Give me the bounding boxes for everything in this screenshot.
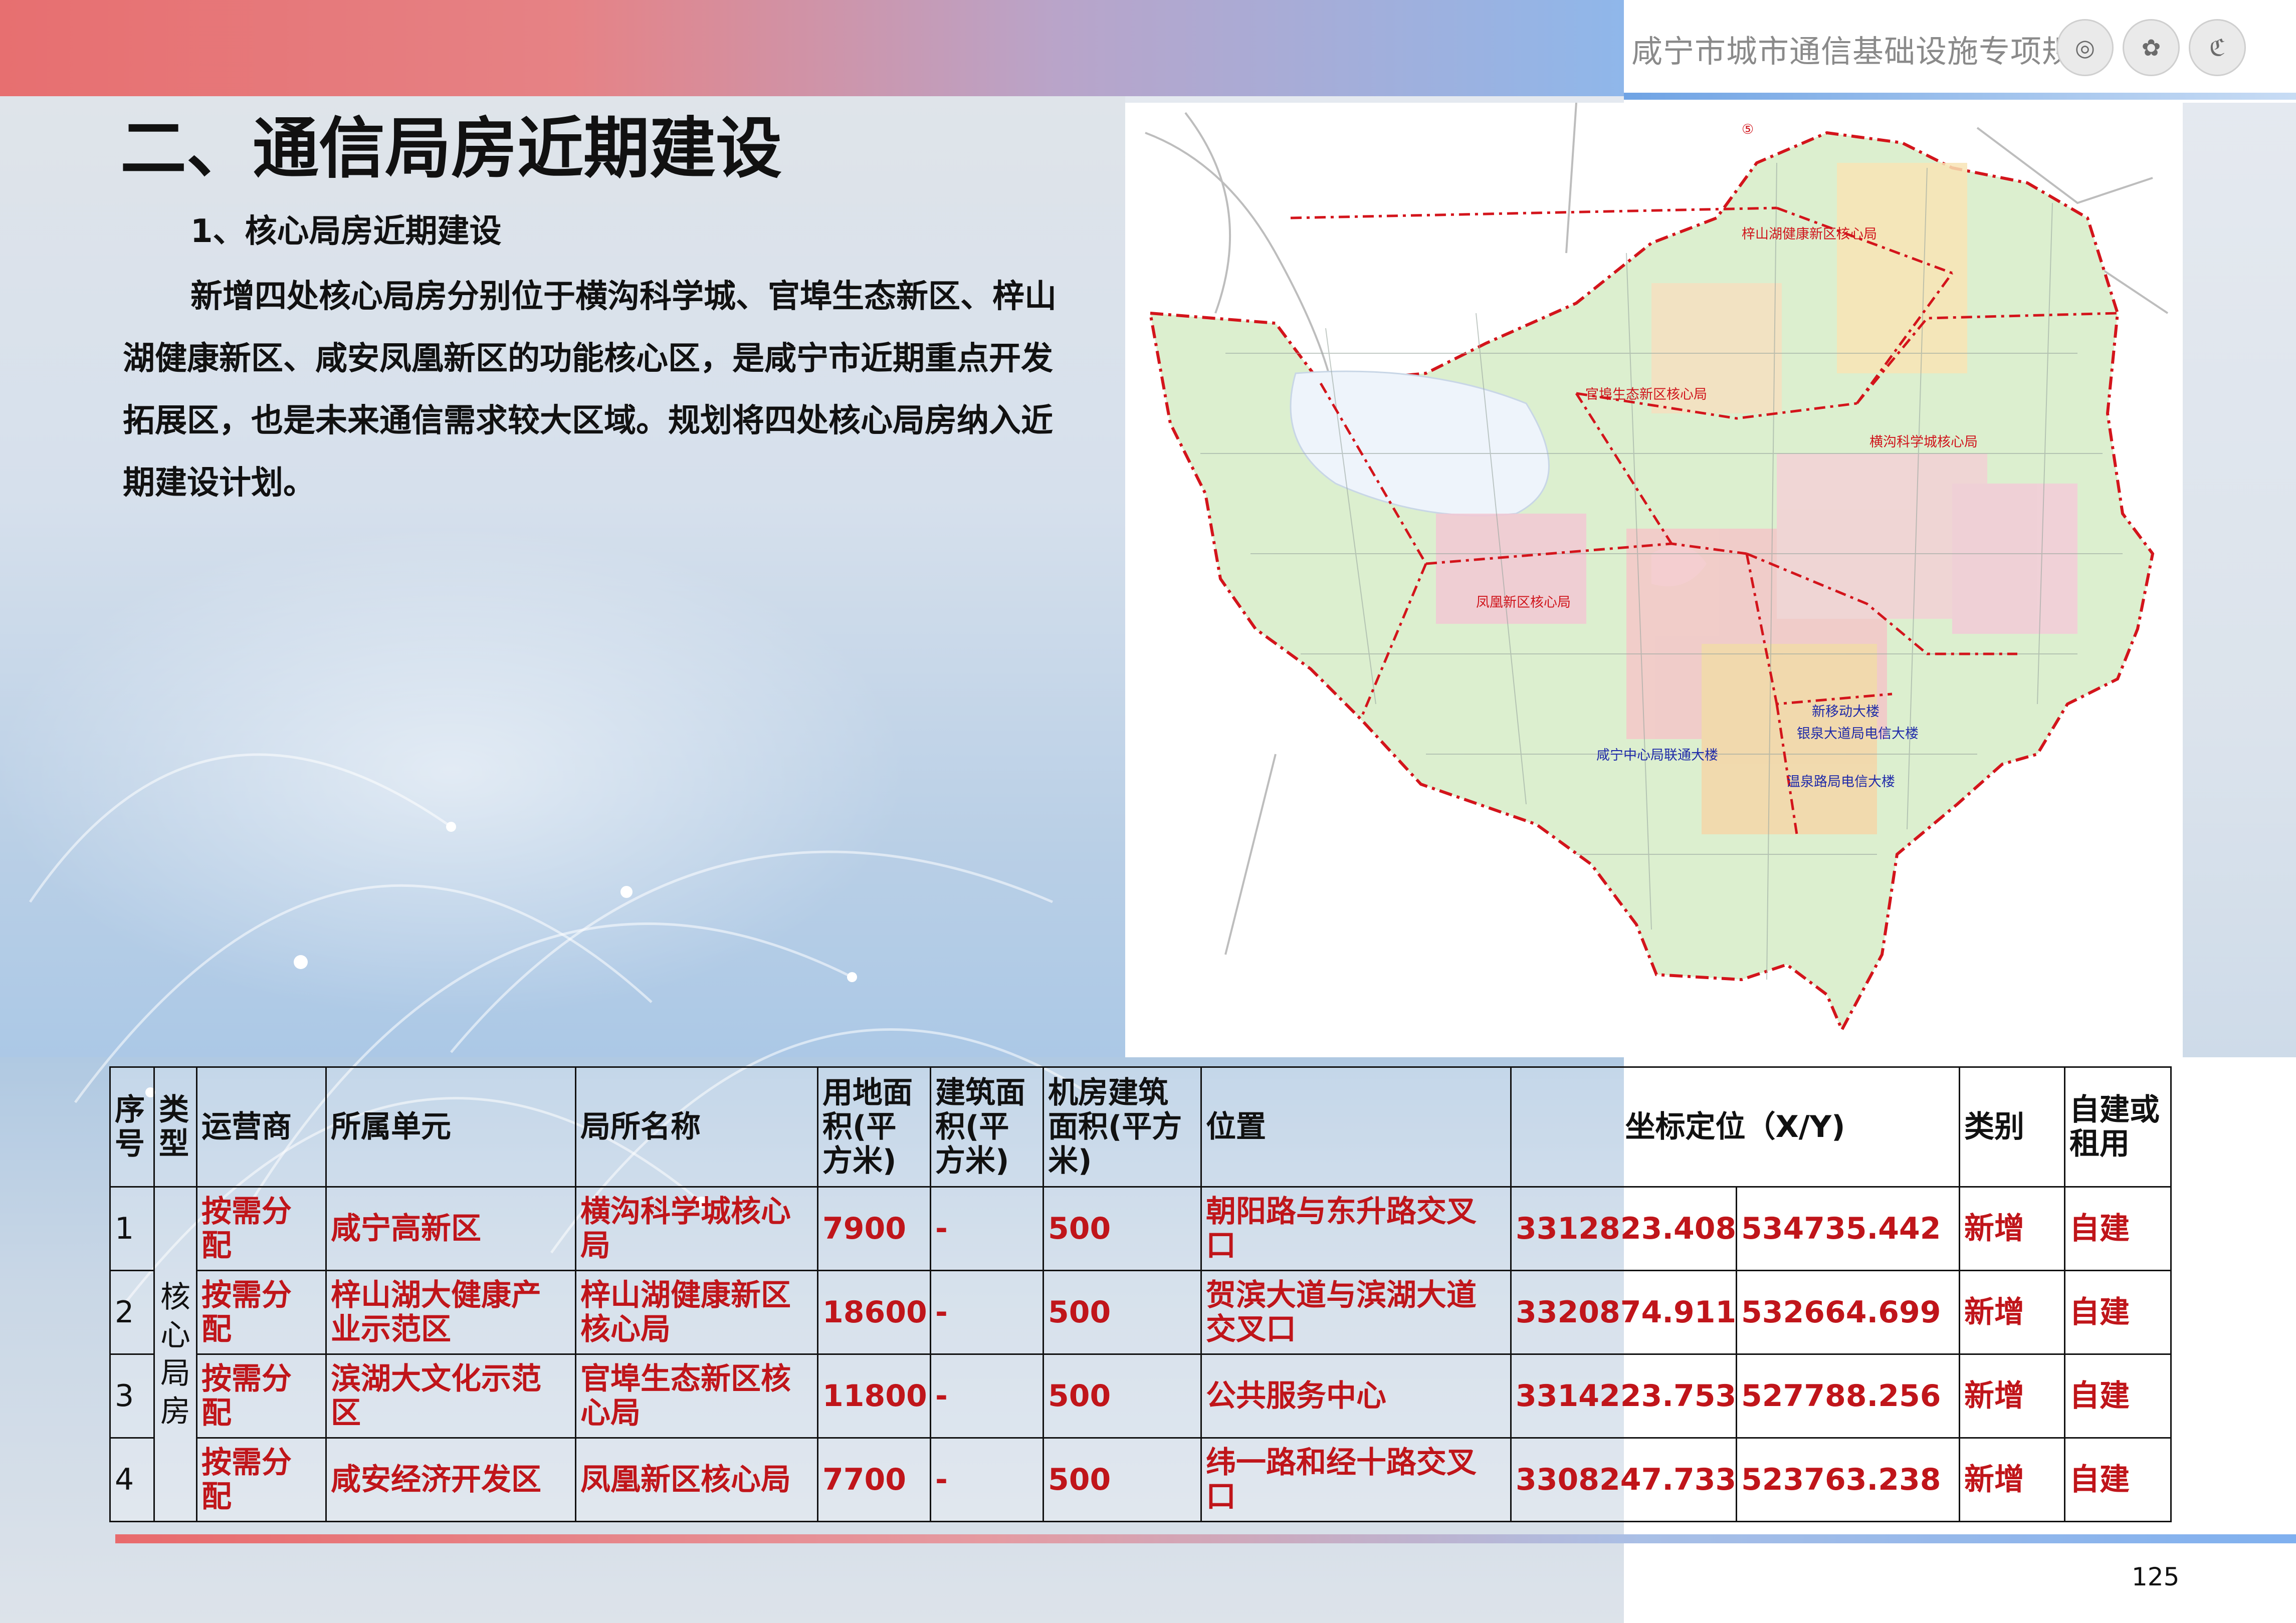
header-type: 类型 (153, 1066, 197, 1188)
cell-building-area: - (930, 1270, 1044, 1355)
cell-seq: 1 (109, 1186, 155, 1271)
header-underline (1624, 93, 2296, 100)
table-row: 2 按需分配 梓山湖大健康产业示范区 梓山湖健康新区核心局 18600 - 50… (109, 1270, 2172, 1355)
header-room-area: 机房建筑面积(平方米) (1042, 1066, 1202, 1188)
body-paragraph: 新增四处核心局房分别位于横沟科学城、官埠生态新区、梓山湖健康新区、咸安凤凰新区的… (123, 278, 1057, 502)
cell-operator: 按需分配 (196, 1186, 327, 1271)
table-row: 3 按需分配 滨湖大文化示范区 官埠生态新区核心局 11800 - 500 公共… (109, 1353, 2172, 1439)
cell-y: 523763.238 (1735, 1437, 1961, 1522)
map-label-guanbu: 官埠生态新区核心局 (1585, 387, 1707, 402)
cell-room-area: 500 (1042, 1186, 1202, 1271)
map-drawing (1145, 103, 2169, 1033)
map-label-henggou: 横沟科学城核心局 (1869, 434, 1978, 450)
cell-x: 3314223.753 (1510, 1353, 1737, 1439)
header-building-area: 建筑面积(平方米) (930, 1066, 1044, 1188)
cell-x: 3320874.911 (1510, 1270, 1737, 1355)
cell-seq: 2 (109, 1270, 155, 1355)
cell-room-area: 500 (1042, 1437, 1202, 1522)
cell-operator: 按需分配 (196, 1270, 327, 1355)
footer-divider (115, 1534, 2296, 1543)
map-label-wenquan: 温泉路局电信大楼 (1787, 774, 1895, 790)
cell-category: 新增 (1959, 1270, 2066, 1355)
header-own-or-rent: 自建或租用 (2064, 1066, 2172, 1188)
cell-name: 梓山湖健康新区核心局 (575, 1270, 818, 1355)
header-operator: 运营商 (196, 1066, 327, 1188)
cell-category: 新增 (1959, 1437, 2066, 1522)
cell-room-area: 500 (1042, 1270, 1202, 1355)
cell-location: 纬一路和经十路交叉口 (1200, 1437, 1512, 1522)
cell-unit: 咸安经济开发区 (325, 1437, 576, 1522)
cell-unit: 滨湖大文化示范区 (325, 1353, 576, 1439)
document-title: 咸宁市城市通信基础设施专项规划 (1631, 33, 2106, 70)
page-number: 125 (2132, 1562, 2180, 1591)
map-label-xinyidong: 新移动大楼 (1812, 704, 1880, 720)
cell-land-area: 11800 (817, 1353, 931, 1439)
cell-own-or-rent: 自建 (2064, 1186, 2172, 1271)
cell-building-area: - (930, 1437, 1044, 1522)
header-name: 局所名称 (575, 1066, 818, 1188)
cell-location: 公共服务中心 (1200, 1353, 1512, 1439)
cell-category: 新增 (1959, 1353, 2066, 1439)
table-header-row: 序号 类型 运营商 所属单元 局所名称 用地面积(平方米) 建筑面积(平方米) … (109, 1066, 2172, 1188)
china-mobile-logo-icon: ◎ (2056, 19, 2114, 76)
cell-unit: 梓山湖大健康产业示范区 (325, 1270, 576, 1355)
header-location: 位置 (1200, 1066, 1512, 1188)
top-banner (0, 0, 1624, 96)
cell-operator: 按需分配 (196, 1353, 327, 1439)
cell-own-or-rent: 自建 (2064, 1353, 2172, 1439)
cell-seq: 3 (109, 1353, 155, 1439)
cell-y: 532664.699 (1735, 1270, 1961, 1355)
cell-building-area: - (930, 1186, 1044, 1271)
cell-location: 朝阳路与东升路交叉口 (1200, 1186, 1512, 1271)
cell-y: 527788.256 (1735, 1353, 1961, 1439)
china-unicom-logo-icon: ✿ (2123, 19, 2180, 76)
header-category: 类别 (1959, 1066, 2066, 1188)
cell-x: 3308247.733 (1510, 1437, 1737, 1522)
cell-unit: 咸宁高新区 (325, 1186, 576, 1271)
planning-map: ⑤ 梓山湖健康新区核心局 官埠生态新区核心局 横沟科学城核心局 凤凰新区核心局 … (1125, 103, 2183, 1057)
cell-y: 534735.442 (1735, 1186, 1961, 1271)
cell-x: 3312823.408 (1510, 1186, 1737, 1271)
cell-land-area: 18600 (817, 1270, 931, 1355)
cell-type: 核心局房 (153, 1186, 197, 1522)
map-label-fenghuang: 凤凰新区核心局 (1476, 595, 1571, 610)
header-land-area: 用地面积(平方米) (817, 1066, 931, 1188)
section-subtitle: 1、核心局房近期建设 (190, 213, 502, 250)
cell-building-area: - (930, 1353, 1044, 1439)
china-telecom-logo-icon: ℭ (2189, 19, 2246, 76)
cell-operator: 按需分配 (196, 1437, 327, 1522)
map-label-yinquan: 银泉大道局电信大楼 (1797, 726, 1919, 742)
cell-own-or-rent: 自建 (2064, 1270, 2172, 1355)
header-seq: 序号 (109, 1066, 155, 1188)
cell-name: 横沟科学城核心局 (575, 1186, 818, 1271)
cell-land-area: 7700 (817, 1437, 931, 1522)
core-office-table: 序号 类型 运营商 所属单元 局所名称 用地面积(平方米) 建筑面积(平方米) … (109, 1066, 2172, 1522)
cell-location: 贺滨大道与滨湖大道交叉口 (1200, 1270, 1512, 1355)
table-row: 1 核心局房 按需分配 咸宁高新区 横沟科学城核心局 7900 - 500 朝阳… (109, 1186, 2172, 1522)
cell-category: 新增 (1959, 1186, 2066, 1271)
map-label-xianning-unicom: 咸宁中心局联通大楼 (1596, 748, 1718, 763)
table-row: 4 按需分配 咸安经济开发区 凤凰新区核心局 7700 - 500 纬一路和经十… (109, 1437, 2172, 1522)
header-unit: 所属单元 (325, 1066, 576, 1188)
cell-name: 官埠生态新区核心局 (575, 1353, 818, 1439)
header-coords: 坐标定位（X/Y) (1510, 1066, 1961, 1188)
page-title: 二、通信局房近期建设 (120, 110, 782, 187)
map-label-zishanhu: 梓山湖健康新区核心局 (1742, 226, 1877, 242)
map-marker-icon: ⑤ (1742, 122, 1754, 137)
cell-own-or-rent: 自建 (2064, 1437, 2172, 1522)
cell-name: 凤凰新区核心局 (575, 1437, 818, 1522)
cell-room-area: 500 (1042, 1353, 1202, 1439)
cell-land-area: 7900 (817, 1186, 931, 1271)
cell-seq: 4 (109, 1437, 155, 1522)
